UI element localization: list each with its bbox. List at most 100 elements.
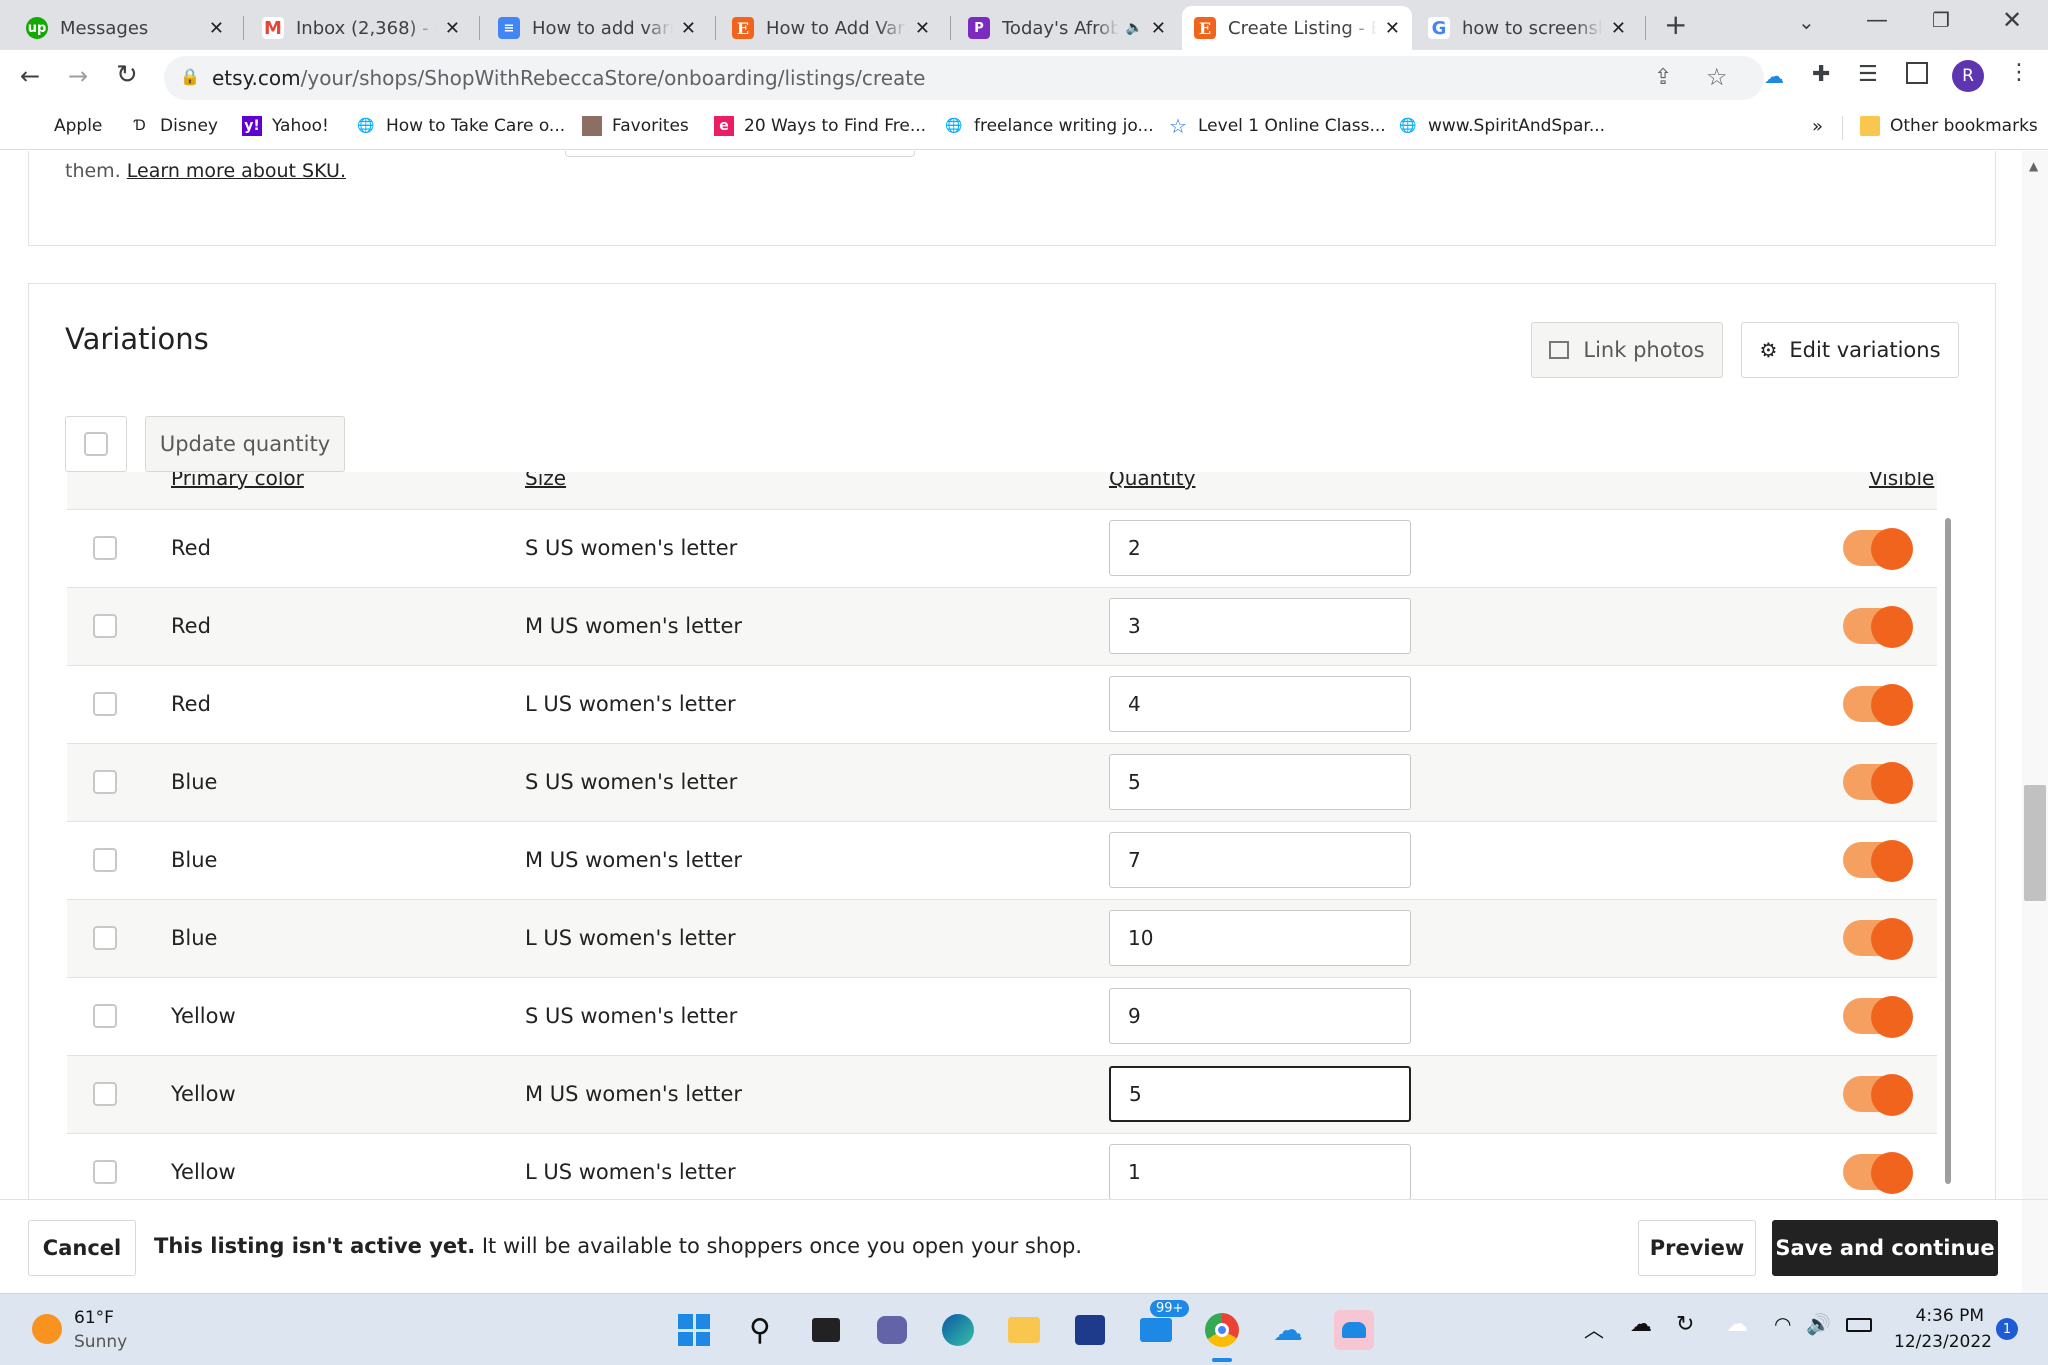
- other-bookmarks[interactable]: Other bookmarks: [1860, 116, 2038, 136]
- mail-icon[interactable]: 99+: [1136, 1300, 1190, 1350]
- close-tab-icon[interactable]: ✕: [209, 18, 224, 39]
- row-checkbox[interactable]: [93, 770, 117, 794]
- search-icon[interactable]: ⚲: [740, 1310, 780, 1350]
- chrome-icon[interactable]: [1202, 1310, 1242, 1350]
- page-scrollbar-track[interactable]: ▲ ▼: [2022, 151, 2048, 1292]
- row-checkbox[interactable]: [93, 1004, 117, 1028]
- start-icon[interactable]: [674, 1310, 714, 1350]
- close-tab-icon[interactable]: ✕: [1151, 18, 1166, 39]
- close-tab-icon[interactable]: ✕: [681, 18, 696, 39]
- tray-onedrive-icon[interactable]: ☁: [1726, 1312, 1748, 1337]
- preview-button[interactable]: Preview: [1638, 1220, 1756, 1276]
- link-photos-button[interactable]: Link photos: [1531, 322, 1723, 378]
- profile-avatar[interactable]: R: [1952, 60, 1984, 92]
- address-bar[interactable]: 🔒 etsy.com/your/shops/ShopWithRebeccaSto…: [164, 56, 1764, 100]
- save-and-continue-button[interactable]: Save and continue: [1772, 1220, 1998, 1276]
- share-icon[interactable]: ⇪: [1654, 65, 1672, 90]
- row-checkbox[interactable]: [93, 926, 117, 950]
- tab-search-chevron-icon[interactable]: ⌄: [1798, 10, 1815, 34]
- new-tab-icon[interactable]: +: [1664, 8, 1687, 41]
- tab-docs[interactable]: ≡ How to add varia ✕: [486, 6, 708, 50]
- microsoft-store-icon[interactable]: [1070, 1310, 1110, 1350]
- visible-toggle[interactable]: [1843, 1074, 1913, 1116]
- tray-chevron-up-icon[interactable]: ︿: [1584, 1314, 1604, 1343]
- column-visible[interactable]: Visible: [1869, 472, 1934, 490]
- wifi-icon[interactable]: ◠: [1774, 1312, 1791, 1336]
- volume-icon[interactable]: 🔊: [1806, 1312, 1831, 1336]
- edge-icon[interactable]: [938, 1310, 978, 1350]
- quantity-input[interactable]: 10: [1109, 910, 1411, 966]
- bookmark-star-icon[interactable]: ☆: [1706, 63, 1728, 91]
- tab-podcast[interactable]: P Today's Afrob 🔈 ✕: [956, 6, 1178, 50]
- bookmark-spirit-and-spar[interactable]: 🌐 www.SpiritAndSpar...: [1398, 116, 1605, 136]
- task-view-icon[interactable]: [806, 1310, 846, 1350]
- battery-icon[interactable]: [1846, 1318, 1872, 1332]
- quantity-input[interactable]: 4: [1109, 676, 1411, 732]
- back-icon[interactable]: ←: [20, 62, 40, 90]
- select-all-checkbox-wrapper[interactable]: [65, 416, 127, 472]
- quantity-input[interactable]: 5: [1109, 754, 1411, 810]
- row-checkbox[interactable]: [93, 1082, 117, 1106]
- row-checkbox[interactable]: [93, 692, 117, 716]
- update-quantity-button[interactable]: Update quantity: [145, 416, 345, 472]
- bookmarks-overflow-button[interactable]: »: [1812, 116, 1823, 137]
- tray-sync-icon[interactable]: ↻: [1676, 1312, 1694, 1337]
- close-tab-icon[interactable]: ✕: [445, 18, 460, 39]
- weather-sun-icon[interactable]: [32, 1314, 62, 1344]
- quantity-input[interactable]: 3: [1109, 598, 1411, 654]
- quantity-input[interactable]: 7: [1109, 832, 1411, 888]
- sku-input[interactable]: [565, 151, 915, 157]
- clock-date[interactable]: 12/23/2022: [1894, 1332, 1992, 1352]
- visible-toggle[interactable]: [1843, 918, 1913, 960]
- tab-messages[interactable]: up Messages ✕: [14, 6, 236, 50]
- close-tab-icon[interactable]: ✕: [1611, 18, 1626, 39]
- bookmark-freelance-writing[interactable]: 🌐 freelance writing jo...: [944, 116, 1153, 136]
- weather-temp[interactable]: 61°F: [74, 1308, 114, 1328]
- menu-kebab-icon[interactable]: ⋮: [2008, 60, 2030, 85]
- weather-desc[interactable]: Sunny: [74, 1332, 127, 1352]
- tab-google-search[interactable]: G how to screensho ✕: [1416, 6, 1638, 50]
- clock-time[interactable]: 4:36 PM: [1894, 1306, 1985, 1326]
- page-scrollbar-thumb[interactable]: [2024, 785, 2046, 901]
- close-tab-icon[interactable]: ✕: [1385, 18, 1400, 39]
- row-checkbox[interactable]: [93, 848, 117, 872]
- column-quantity[interactable]: Quantity: [1109, 472, 1195, 490]
- bookmark-yahoo[interactable]: y! Yahoo!: [242, 116, 329, 136]
- file-explorer-icon[interactable]: [1004, 1310, 1044, 1350]
- restore-icon[interactable]: ❐: [1932, 8, 1950, 32]
- visible-toggle[interactable]: [1843, 996, 1913, 1038]
- quantity-input[interactable]: 5: [1109, 1066, 1411, 1122]
- audio-playing-icon[interactable]: 🔈: [1125, 20, 1142, 36]
- close-window-icon[interactable]: ✕: [2002, 6, 2022, 34]
- reload-icon[interactable]: ↻: [116, 60, 138, 90]
- bookmark-favorites[interactable]: Favorites: [582, 116, 689, 136]
- side-panel-icon[interactable]: [1906, 62, 1928, 84]
- visible-toggle[interactable]: [1843, 1152, 1913, 1194]
- column-size[interactable]: Size: [525, 472, 566, 490]
- forward-icon[interactable]: →: [68, 62, 88, 90]
- bookmark-apple[interactable]: Apple: [24, 116, 102, 136]
- bookmark-level-1[interactable]: ☆ Level 1 Online Class...: [1168, 114, 1386, 138]
- bookmark-20-ways[interactable]: e 20 Ways to Find Fre...: [714, 116, 926, 136]
- row-checkbox[interactable]: [93, 1160, 117, 1184]
- table-scrollbar[interactable]: [1945, 518, 1951, 1184]
- visible-toggle[interactable]: [1843, 528, 1913, 570]
- row-checkbox[interactable]: [93, 536, 117, 560]
- column-primary-color[interactable]: Primary color: [171, 472, 304, 490]
- bookmark-disney[interactable]: Ɗ Disney: [130, 116, 218, 136]
- scroll-up-arrow-icon[interactable]: ▲: [2029, 159, 2038, 173]
- tray-cloud-icon[interactable]: ☁: [1630, 1312, 1652, 1337]
- tab-etsy-howto[interactable]: E How to Add Varia ✕: [720, 6, 942, 50]
- tab-create-listing[interactable]: E Create Listing - E ✕: [1182, 6, 1412, 50]
- quantity-input[interactable]: 1: [1109, 1144, 1411, 1200]
- reading-list-icon[interactable]: ☰: [1858, 62, 1878, 87]
- bookmark-how-to-take-care[interactable]: 🌐 How to Take Care o...: [356, 116, 565, 136]
- minimize-icon[interactable]: —: [1866, 8, 1888, 33]
- learn-more-sku-link[interactable]: Learn more about SKU.: [127, 160, 346, 182]
- row-checkbox[interactable]: [93, 614, 117, 638]
- cancel-button[interactable]: Cancel: [28, 1220, 136, 1276]
- extensions-puzzle-icon[interactable]: ✚: [1812, 62, 1830, 87]
- visible-toggle[interactable]: [1843, 840, 1913, 882]
- onedrive-icon[interactable]: ☁: [1268, 1310, 1308, 1350]
- select-all-checkbox[interactable]: [84, 432, 108, 456]
